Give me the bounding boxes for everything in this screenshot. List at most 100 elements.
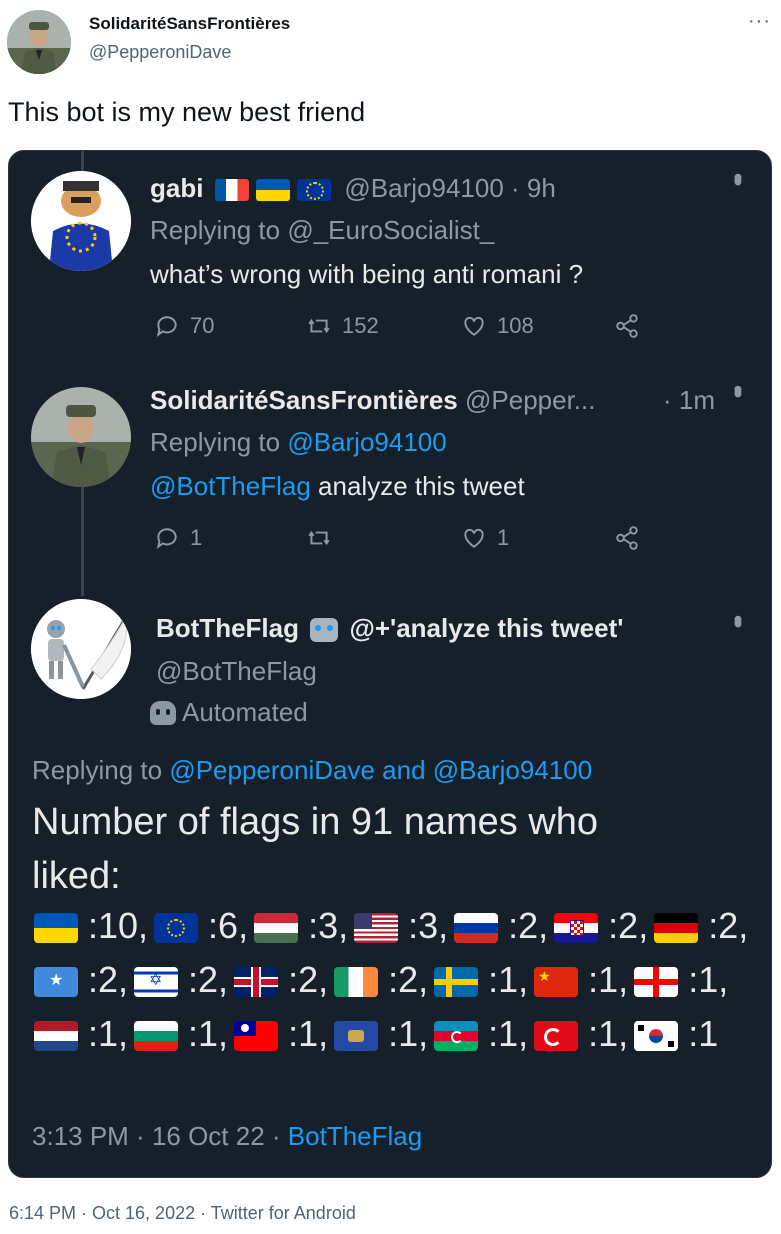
flag-count: :1, xyxy=(188,1013,229,1054)
thread-line xyxy=(81,486,84,596)
bulgaria-flag-icon xyxy=(134,1021,179,1052)
reply-icon xyxy=(156,316,177,337)
tweet1-handle[interactable]: @Barjo94100 · 9h xyxy=(344,173,555,203)
flag-count-item: :2, xyxy=(334,959,434,1000)
botthefflag-avatar[interactable] xyxy=(31,599,131,699)
flag-count: :1, xyxy=(588,1013,629,1054)
flag-count-item: :1, xyxy=(634,959,734,1000)
replying-label: Replying to xyxy=(32,755,170,785)
flag-count: :3, xyxy=(308,905,349,946)
flag-count-item: :2, xyxy=(654,905,754,946)
tweet3-handle[interactable]: @BotTheFlag xyxy=(156,656,317,687)
ukraine-flag-icon xyxy=(34,913,78,944)
georgia-flag-icon xyxy=(634,967,679,998)
reply-count: 70 xyxy=(190,313,215,338)
gabi-avatar[interactable] xyxy=(31,171,131,271)
flag-count: :1, xyxy=(688,959,729,1000)
flag-count-item: :2, xyxy=(234,959,334,1000)
tweet2-more-icon[interactable]: ••• xyxy=(724,385,751,392)
tweet3-author-name[interactable]: BotTheFlag xyxy=(156,613,299,643)
embedded-screenshot: gabi @Barjo94100 · 9h ••• Replying to @_… xyxy=(8,150,772,1178)
tweet2-share-button[interactable] xyxy=(614,525,640,551)
solidarite-avatar[interactable] xyxy=(31,387,131,487)
israel-flag-icon: ✡ xyxy=(134,967,179,998)
tweet1-like-button[interactable]: 108 xyxy=(461,313,534,339)
reply-icon xyxy=(156,528,177,549)
tweet2-body: analyze this tweet xyxy=(310,471,525,501)
outer-tweet-text: This bot is my new best friend xyxy=(8,97,366,127)
tweet3-timestamp[interactable]: 3:13 PM · 16 Oct 22 · xyxy=(32,1121,288,1151)
robot-emoji-icon xyxy=(310,618,339,643)
flag-count-item: :1, xyxy=(34,1013,134,1054)
flag-count-item: :10, xyxy=(34,905,154,946)
more-options-icon[interactable]: ··· xyxy=(748,10,771,33)
flag-count: :2, xyxy=(88,959,129,1000)
somalia-flag-icon: ★ xyxy=(34,967,78,998)
flag-count: :1, xyxy=(588,959,629,1000)
share-icon xyxy=(616,526,638,550)
tweet2-retweet-button[interactable] xyxy=(306,525,342,551)
uk-flag-icon xyxy=(234,967,279,998)
netherlands-flag-icon xyxy=(34,1021,78,1052)
tweet2-time[interactable]: · 1m xyxy=(663,385,715,416)
tweet3-text-line2: liked: xyxy=(32,855,121,897)
flag-count-item: :3, xyxy=(354,905,454,946)
replying-label: Replying to xyxy=(150,427,288,457)
flag-count: :2, xyxy=(708,905,749,946)
flag-count: :2, xyxy=(508,905,549,946)
tweet1-share-button[interactable] xyxy=(614,313,640,339)
tweet2-text: @BotTheFlag analyze this tweet xyxy=(150,471,525,502)
croatia-flag-icon xyxy=(554,913,599,944)
flag-count: :1, xyxy=(388,1013,429,1054)
germany-flag-icon xyxy=(654,913,699,944)
tweet2-reply-button[interactable]: 1 xyxy=(154,525,202,551)
tweet3-replying: Replying to @PepperoniDave and @Barjo941… xyxy=(32,755,592,786)
tweet1-retweet-button[interactable]: 152 xyxy=(306,313,379,339)
outer-author-handle[interactable]: @PepperoniDave xyxy=(89,42,231,63)
flag-count-item: :1 xyxy=(634,1013,724,1054)
outer-author-name[interactable]: SolidaritéSansFrontières xyxy=(89,14,290,34)
tweet2-handle[interactable]: @Pepper... xyxy=(465,385,595,415)
mention-link[interactable]: @BotTheFlag xyxy=(150,471,311,501)
tweet1-more-icon[interactable]: ••• xyxy=(724,173,751,180)
flag-count-item: :1, xyxy=(134,1013,234,1054)
south-korea-flag-icon xyxy=(634,1021,679,1052)
tweet1-header: gabi @Barjo94100 · 9h xyxy=(150,173,556,204)
automated-bot-icon xyxy=(150,700,176,725)
tweet1-author-name[interactable]: gabi xyxy=(150,173,203,203)
retweet-icon xyxy=(308,530,330,546)
automated-label[interactable]: Automated xyxy=(150,697,308,728)
replying-link-1[interactable]: @PepperoniDave xyxy=(169,755,375,785)
heart-icon xyxy=(464,528,484,548)
replying-link[interactable]: @_EuroSocialist_ xyxy=(287,215,494,245)
tweet3-more-icon[interactable]: ••• xyxy=(724,615,751,622)
tweet1-reply-button[interactable]: 70 xyxy=(154,313,214,339)
flag-count-item: :6, xyxy=(154,905,254,946)
share-icon xyxy=(616,314,638,338)
replying-link-2[interactable]: @Barjo94100 xyxy=(433,755,592,785)
tweet3-name-suffix: @+'analyze this tweet' xyxy=(349,613,624,643)
replying-link[interactable]: @Barjo94100 xyxy=(287,427,446,457)
tweet1-replying: Replying to @_EuroSocialist_ xyxy=(150,215,494,246)
automated-text: Automated xyxy=(182,697,308,727)
tweet2-like-button[interactable]: 1 xyxy=(461,525,509,551)
flag-count-item: :1, xyxy=(234,1013,334,1054)
france-flag-icon xyxy=(214,179,249,202)
tweet3-text-line1: Number of flags in 91 names who xyxy=(32,801,599,843)
taiwan-flag-icon xyxy=(234,1021,279,1052)
reply-count: 1 xyxy=(190,525,203,550)
replying-and: and xyxy=(374,755,433,785)
tweet2-author-name[interactable]: SolidaritéSansFrontières xyxy=(150,385,458,415)
flag-count: :1 xyxy=(688,1013,719,1054)
ukraine-flag-icon xyxy=(255,179,290,202)
tweet3-timestamp-row: 3:13 PM · 16 Oct 22 · BotTheFlag xyxy=(32,1121,422,1152)
usa-flag-icon xyxy=(354,913,399,944)
outer-avatar[interactable] xyxy=(7,10,71,74)
tweet3-source-link[interactable]: BotTheFlag xyxy=(288,1121,422,1151)
retweet-count: 152 xyxy=(342,313,379,338)
outer-tweet-timestamp[interactable]: 6:14 PM · Oct 16, 2022 · Twitter for And… xyxy=(9,1203,356,1224)
flag-count-item: ★ :2, xyxy=(34,959,134,1000)
russia-flag-icon xyxy=(454,913,499,944)
flag-count-item: :3, xyxy=(254,905,354,946)
flag-count: :2, xyxy=(608,905,649,946)
